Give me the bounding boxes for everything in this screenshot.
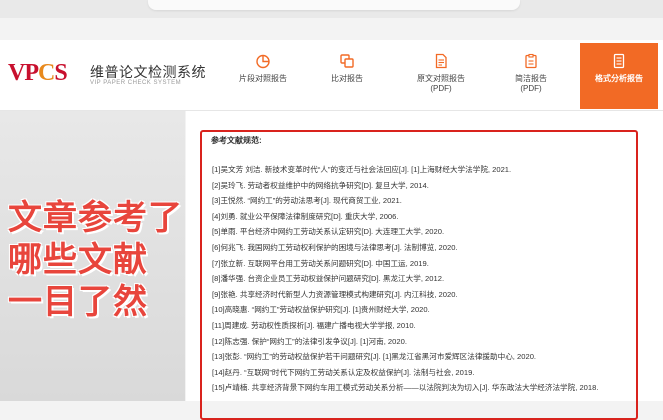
promo-line: 文章参考了 [8, 199, 183, 237]
nav-label: 简洁报告 [515, 74, 547, 83]
reference-item: [15]卢靖楠. 共享经济背景下网约车用工模式劳动关系分析——以法院判决为切入[… [212, 383, 599, 393]
reference-item: [14]赵丹. “互联网”时代下网约工劳动关系认定及权益保护[J]. 法制与社会… [212, 367, 475, 377]
reference-item: [8]潘华强. 台资企业员工劳动权益保护问题研究[D]. 黑龙江大学, 2012… [212, 274, 445, 284]
reference-item: [5]单雨. 平台经济中网约工劳动关系认定研究[D]. 大连理工大学, 2020… [212, 227, 445, 237]
nav-original-report-button[interactable]: 原文对照报告 (PDF) [398, 43, 484, 109]
promo-line: 一目了然 [8, 283, 148, 321]
reference-item: [12]陈志强. 保护“网约工”的法律引发争议[J]. [1]河南, 2020. [212, 336, 407, 346]
reference-item: [13]张彭. “网约工”的劳动权益保护若干问题研究[J]. [1]黑龙江省黑河… [212, 352, 537, 362]
promo-line: 哪些文献 [8, 241, 148, 279]
reference-item: [2]吴玲飞. 劳动者权益维护中的网络抗争研究[D]. 复旦大学, 2014. [212, 180, 429, 190]
nav-label-sub: (PDF) [520, 84, 542, 93]
reference-item: [7]张立新. 互联网平台用工劳动关系问题研究[D]. 中国工运, 2019. [212, 258, 429, 268]
clipboard-icon [525, 53, 537, 69]
pie-chart-icon [256, 54, 270, 69]
reference-item: [10]高晓惠. “网约工”劳动权益保护研究[J]. [1]贵州财经大学, 20… [212, 305, 430, 315]
browser-top-strip [0, 0, 663, 18]
nav-segment-report-button[interactable]: 片段对照报告 [222, 43, 304, 109]
reference-item: [6]何兆飞. 我国网约工劳动权利保护的困境与法律思考[J]. 法制博览, 20… [212, 242, 458, 252]
reference-item: [3]王悦然. “网约工”的劳动法思考[J]. 现代商贸工业, 2021. [212, 196, 402, 206]
references-title: 参考文献规范: [211, 136, 262, 145]
document-icon [435, 53, 447, 69]
reference-item: [11]周建成. 劳动权性质探析[J]. 福建广播电视大学学报, 2010. [212, 320, 416, 330]
logo-name-en: VIP PAPER CHECK SYSTEM [90, 80, 182, 86]
promo-overlay-text: 文章参考了 哪些文献 一目了然 [8, 197, 183, 323]
reference-item: [4]刘勇. 就业公平保障法律制度研究[D]. 重庆大学, 2006. [212, 211, 399, 221]
nav-label-sub: (PDF) [430, 84, 452, 93]
format-book-icon [613, 53, 625, 69]
nav-brief-report-button[interactable]: 简洁报告 (PDF) [490, 43, 572, 109]
top-search-bar[interactable] [148, 0, 520, 10]
nav-label: 原文对照报告 [417, 74, 465, 83]
nav-compare-report-button[interactable]: 比对报告 [306, 43, 388, 109]
reference-item: [1]吴文芳 刘洁. 新技术变革时代“人”的变迁与社会法回应[J]. [1]上海… [212, 165, 512, 174]
nav-format-report-button[interactable]: 格式分析报告 [580, 43, 658, 109]
logo-brand: VPCS [8, 60, 68, 86]
reference-item: [9]张艳. 共享经济时代新型人力资源管理模式构建研究[J]. 内江科技, 20… [212, 289, 458, 299]
logo-name-cn: 维普论文检测系统 [90, 64, 206, 80]
nav-label: 比对报告 [331, 74, 363, 83]
nav-label: 格式分析报告 [595, 74, 643, 83]
references-list: [1]吴文芳 刘洁. 新技术变革时代“人”的变迁与社会法回应[J]. [1]上海… [212, 162, 598, 396]
copy-icon [340, 54, 354, 68]
nav-label: 片段对照报告 [239, 74, 287, 83]
